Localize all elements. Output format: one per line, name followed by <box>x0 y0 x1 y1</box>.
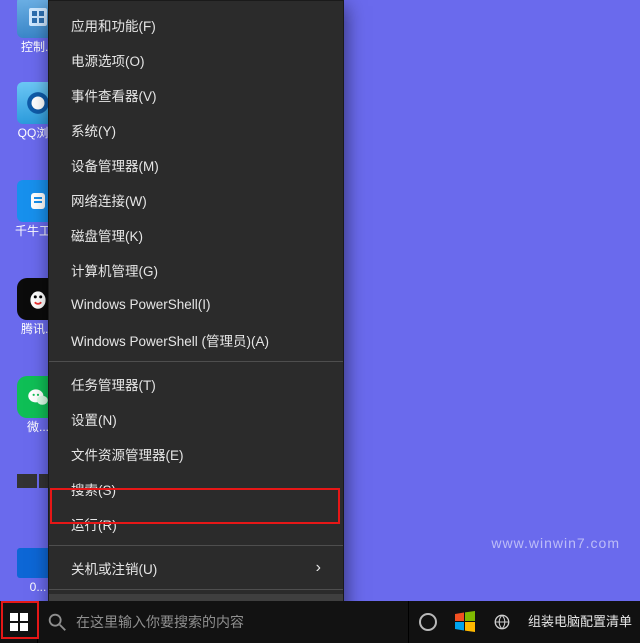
menu-item-powershell-admin[interactable]: Windows PowerShell (管理员)(A) <box>49 322 343 357</box>
taskbar-search[interactable]: 在这里输入你要搜索的内容 <box>37 601 409 643</box>
menu-item-label: 文件资源管理器(E) <box>71 444 184 464</box>
menu-item-label: 系统(Y) <box>71 120 116 140</box>
menu-item-label: 应用和功能(F) <box>71 15 156 35</box>
winx-context-menu: 应用和功能(F) 电源选项(O) 事件查看器(V) 系统(Y) 设备管理器(M)… <box>48 0 344 634</box>
menu-item-label: 搜索(S) <box>71 479 116 499</box>
tray-network[interactable] <box>483 601 520 643</box>
menu-item-file-explorer[interactable]: 文件资源管理器(E) <box>49 436 343 471</box>
menu-item-label: Windows PowerShell (管理员)(A) <box>71 330 269 350</box>
menu-item-powershell[interactable]: Windows PowerShell(I) <box>49 287 343 322</box>
menu-item-network[interactable]: 网络连接(W) <box>49 182 343 217</box>
menu-item-shutdown[interactable]: 关机或注销(U) › <box>49 550 343 585</box>
desktop-icon-label: 0... <box>30 580 47 594</box>
search-placeholder: 在这里输入你要搜索的内容 <box>76 612 244 632</box>
menu-separator <box>49 589 343 590</box>
windows-flag-icon <box>453 610 477 634</box>
cortana-icon <box>419 613 437 631</box>
menu-item-label: 事件查看器(V) <box>71 85 157 105</box>
taskbar: 在这里输入你要搜索的内容 组装电脑配置清单 <box>0 601 640 643</box>
globe-icon <box>493 613 511 631</box>
menu-item-apps-features[interactable]: 应用和功能(F) <box>49 7 343 42</box>
cortana-button[interactable] <box>409 601 446 643</box>
menu-item-label: 网络连接(W) <box>71 190 147 210</box>
menu-item-label: 任务管理器(T) <box>71 374 156 394</box>
windows-logo-icon <box>10 613 28 631</box>
menu-item-label: 磁盘管理(K) <box>71 225 143 245</box>
menu-item-settings[interactable]: 设置(N) <box>49 401 343 436</box>
taskbar-pinned-app[interactable] <box>446 601 483 643</box>
menu-item-task-manager[interactable]: 任务管理器(T) <box>49 366 343 401</box>
menu-item-label: 设备管理器(M) <box>71 155 159 175</box>
menu-item-label: Windows PowerShell(I) <box>71 297 211 312</box>
watermark-text: www.winwin7.com <box>491 535 620 551</box>
start-button[interactable] <box>0 601 37 643</box>
menu-item-label: 运行(R) <box>71 514 117 534</box>
menu-item-search[interactable]: 搜索(S) <box>49 471 343 506</box>
menu-item-disk-mgmt[interactable]: 磁盘管理(K) <box>49 217 343 252</box>
menu-item-system[interactable]: 系统(Y) <box>49 112 343 147</box>
desktop-icon-label: 微... <box>27 420 49 434</box>
menu-item-device-manager[interactable]: 设备管理器(M) <box>49 147 343 182</box>
menu-item-run[interactable]: 运行(R) <box>49 506 343 541</box>
menu-item-label: 计算机管理(G) <box>71 260 158 280</box>
menu-item-power-options[interactable]: 电源选项(O) <box>49 42 343 77</box>
menu-item-label: 关机或注销(U) <box>71 558 157 578</box>
menu-separator <box>49 545 343 546</box>
menu-item-computer-mgmt[interactable]: 计算机管理(G) <box>49 252 343 287</box>
menu-item-event-viewer[interactable]: 事件查看器(V) <box>49 77 343 112</box>
menu-item-label: 电源选项(O) <box>71 50 145 70</box>
menu-separator <box>49 361 343 362</box>
menu-item-label: 设置(N) <box>71 409 117 429</box>
chevron-right-icon: › <box>316 559 321 577</box>
tray-text[interactable]: 组装电脑配置清单 <box>520 601 640 643</box>
search-icon <box>46 611 68 633</box>
